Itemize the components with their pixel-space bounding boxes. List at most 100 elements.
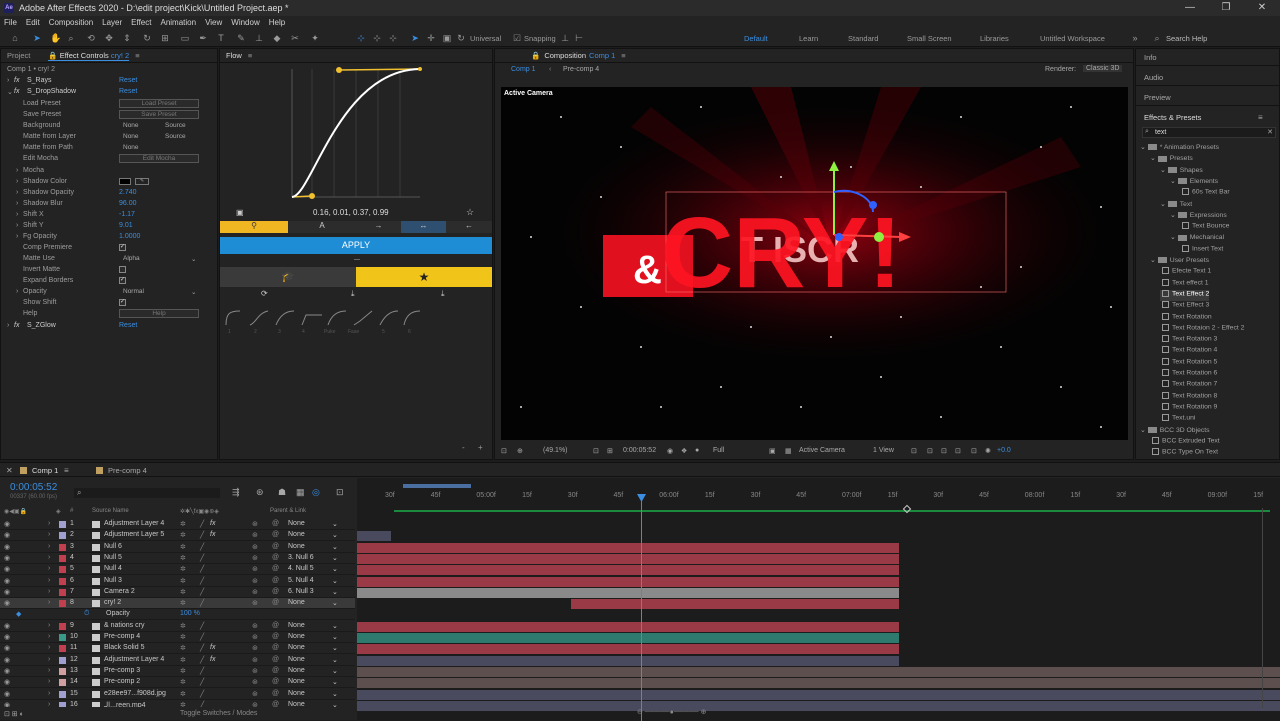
- quality-switch-icon[interactable]: ╱: [200, 667, 204, 675]
- layer-row[interactable]: ◉ › 11 Black Solid 5 ✲ ╱ fx ⊛ @ None ⌄: [0, 643, 355, 655]
- preset-item[interactable]: Text Rotation 8: [1160, 391, 1217, 403]
- shy-switch-icon[interactable]: ✲: [180, 622, 186, 630]
- shy-switch-icon[interactable]: ✲: [180, 531, 186, 539]
- 3d-switch-icon[interactable]: ⊛: [252, 577, 258, 585]
- shy-switch-icon[interactable]: ✲: [180, 667, 186, 675]
- 3d-switch-icon[interactable]: ⊛: [252, 543, 258, 551]
- chevron-down-icon[interactable]: ⌄: [332, 678, 338, 686]
- favorite-star-icon[interactable]: ☆: [466, 207, 474, 218]
- snap-option-icon[interactable]: ⊥: [560, 33, 570, 43]
- chevron-down-icon[interactable]: ⌄: [332, 577, 338, 585]
- expand-arrow-icon[interactable]: ›: [48, 554, 50, 561]
- puppet-tool-icon[interactable]: ✦: [310, 33, 320, 43]
- workspace-default[interactable]: Default: [744, 34, 768, 43]
- expand-arrow-icon[interactable]: ›: [48, 599, 50, 606]
- preset-folder[interactable]: ⌄ BCC 3D Objects: [1140, 426, 1210, 437]
- grid-icon[interactable]: ⊞: [607, 447, 613, 455]
- chevron-down-icon[interactable]: ⌄: [1170, 234, 1176, 241]
- fx-icon[interactable]: fx: [14, 322, 19, 329]
- layer-row[interactable]: ◉ › 15 e28ee97...f908d.jpg ✲ ╱ ⊛ @ None ⌄: [0, 689, 355, 700]
- parent-dropdown[interactable]: None: [288, 622, 305, 629]
- chevron-down-icon[interactable]: ⌄: [332, 656, 338, 664]
- visibility-eye-icon[interactable]: ◉: [4, 577, 10, 585]
- visibility-eye-icon[interactable]: ◉: [4, 678, 10, 686]
- 3d-switch-icon[interactable]: ⊛: [252, 678, 258, 686]
- parent-dropdown[interactable]: None: [288, 633, 305, 640]
- menu-animation[interactable]: Animation: [160, 18, 196, 27]
- chevron-down-icon[interactable]: ⌄: [332, 543, 338, 551]
- expand-arrow-icon[interactable]: ›: [16, 178, 18, 185]
- expand-arrow-icon[interactable]: ›: [48, 644, 50, 651]
- shy-switch-icon[interactable]: ✲: [180, 554, 186, 562]
- preset-item[interactable]: Text Rotation 6: [1160, 369, 1217, 380]
- preset-folder[interactable]: ⌄ Expressions: [1170, 211, 1227, 222]
- search-help-input[interactable]: Search Help: [1166, 34, 1207, 43]
- download-icon[interactable]: ⤓: [441, 289, 445, 299]
- maximize-button[interactable]: ❐: [1208, 0, 1244, 16]
- orbit-camera-icon[interactable]: ⟲: [86, 33, 96, 43]
- expand-arrow-icon[interactable]: ›: [48, 577, 50, 584]
- label-color-swatch[interactable]: [59, 634, 66, 641]
- label-color-swatch[interactable]: [59, 566, 66, 574]
- preset-item[interactable]: Text Rotation 4: [1160, 346, 1217, 357]
- quality-switch-icon[interactable]: ╱: [200, 554, 204, 562]
- chevron-down-icon[interactable]: ⌄: [332, 554, 338, 562]
- parent-dropdown[interactable]: 4. Null 5: [288, 565, 314, 572]
- pickwhip-icon[interactable]: @: [272, 701, 279, 707]
- parent-dropdown[interactable]: None: [288, 644, 305, 651]
- layer-duration-bar[interactable]: [357, 689, 1280, 700]
- view-option-icon[interactable]: ⊡: [971, 447, 977, 455]
- preset-folder[interactable]: ⌄ User Presets: [1150, 256, 1209, 267]
- preset-item[interactable]: Efecte Text 1: [1160, 267, 1211, 278]
- work-area-bar[interactable]: [403, 484, 471, 488]
- panel-menu-icon[interactable]: ≡: [64, 466, 69, 475]
- ease-in-button[interactable]: →: [356, 221, 401, 233]
- selection-tool-icon[interactable]: ➤: [32, 33, 42, 43]
- layer-name[interactable]: Adjustment Layer 5: [104, 531, 164, 538]
- layer-duration-bar[interactable]: [357, 587, 899, 598]
- pickwhip-icon[interactable]: @: [272, 678, 279, 685]
- pickwhip-icon[interactable]: @: [272, 644, 279, 651]
- shy-switch-icon[interactable]: ✲: [180, 588, 186, 596]
- layer-name[interactable]: Null 6: [104, 543, 122, 550]
- 3d-switch-icon[interactable]: ⊛: [252, 520, 258, 528]
- time-ruler[interactable]: 30f 45f 05:00f 15f 30f 45f 06:00f 15f 30f 45f 07:0…: [357, 492, 1280, 504]
- label-color-swatch[interactable]: [59, 588, 66, 596]
- workspace-libraries[interactable]: Libraries: [980, 34, 1009, 43]
- layer-row[interactable]: ◉ › 16 الـ...reen.mp4 ✲ ╱ ⊛ @ None ⌄: [0, 700, 355, 707]
- layer-duration-bar[interactable]: [357, 531, 391, 542]
- eyedropper-icon[interactable]: ✎: [135, 178, 149, 185]
- parent-dropdown[interactable]: None: [288, 701, 305, 707]
- expand-arrow-icon[interactable]: ›: [16, 288, 18, 295]
- label-color-swatch[interactable]: [59, 690, 66, 698]
- views-dropdown[interactable]: 1 View: [873, 447, 894, 454]
- parent-dropdown[interactable]: None: [288, 520, 305, 527]
- label-color-swatch[interactable]: [59, 577, 66, 585]
- preset-item[interactable]: Text Rotation 9: [1160, 402, 1217, 414]
- workspace-small-screen[interactable]: Small Screen: [907, 34, 952, 43]
- quality-switch-icon[interactable]: ╱: [200, 644, 204, 652]
- chevron-down-icon[interactable]: ⌄: [191, 288, 196, 296]
- 3d-switch-icon[interactable]: ⊛: [252, 656, 258, 664]
- chevron-down-icon[interactable]: ⌄: [332, 622, 338, 630]
- color-channel-icon[interactable]: ●: [695, 447, 699, 454]
- close-button[interactable]: ✕: [1244, 0, 1280, 16]
- star-favorites-icon[interactable]: ★: [356, 267, 492, 287]
- fx-icon[interactable]: fx: [14, 88, 19, 95]
- expand-arrow-icon[interactable]: ›: [48, 565, 50, 572]
- panel-menu-icon[interactable]: ≡: [248, 51, 252, 60]
- fx-icon[interactable]: fx: [14, 77, 19, 84]
- layer-duration-bar[interactable]: [357, 700, 1280, 711]
- invert-matte-checkbox[interactable]: [119, 266, 126, 273]
- layer-row[interactable]: ◉ › 14 Pre-comp 2 ✲ ╱ ⊛ @ None ⌄: [0, 677, 355, 689]
- layer-row[interactable]: ◉ › 8 cry! 2 ✲ ╱ ⊛ @ None ⌄: [0, 598, 355, 610]
- expand-arrow-icon[interactable]: ›: [48, 531, 50, 538]
- pickwhip-icon[interactable]: @: [272, 690, 279, 697]
- tab-flow[interactable]: Flow: [226, 51, 242, 60]
- layer-name[interactable]: & nations cry: [104, 622, 144, 629]
- workspace-untitled[interactable]: Untitled Workspace: [1040, 34, 1105, 43]
- panel-menu-icon[interactable]: ≡: [1258, 113, 1263, 122]
- label-color-swatch[interactable]: [59, 543, 66, 551]
- import-icon[interactable]: ⤓: [351, 289, 355, 299]
- menu-help[interactable]: Help: [269, 18, 285, 27]
